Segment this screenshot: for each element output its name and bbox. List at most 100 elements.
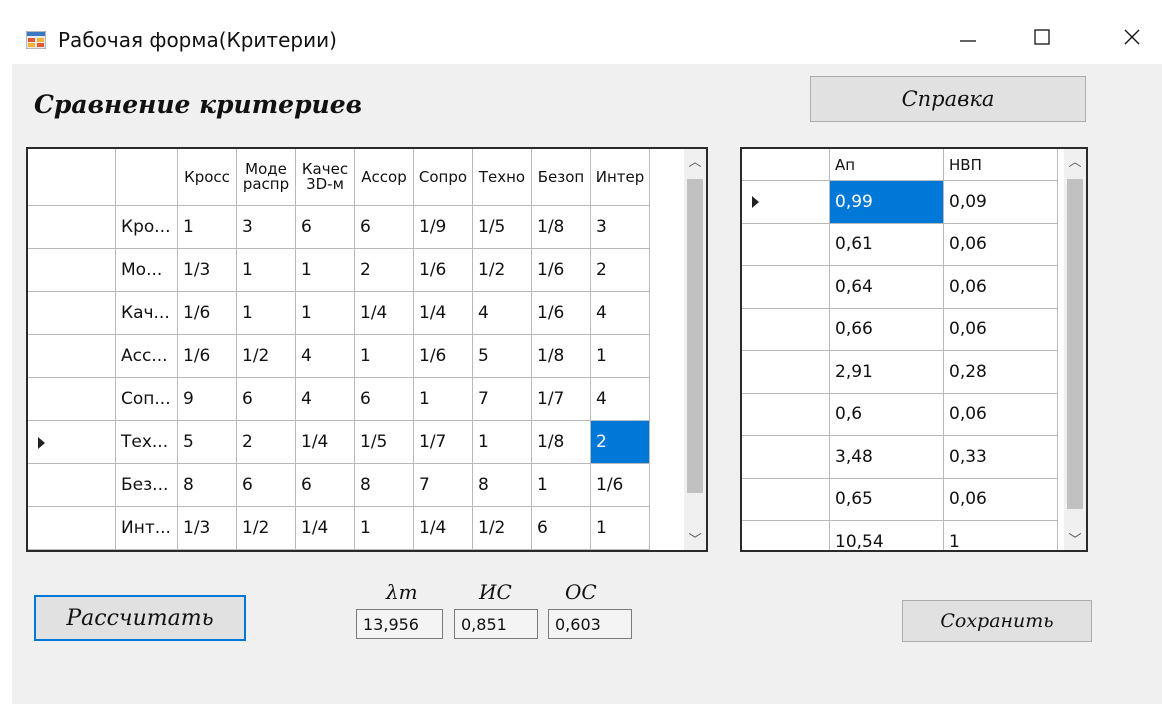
scrollbar-thumb[interactable] <box>687 179 703 493</box>
row-header[interactable] <box>742 223 830 266</box>
grid-cell[interactable]: 6 <box>355 378 414 421</box>
grid-cell[interactable]: 1/6 <box>532 249 591 292</box>
grid-cell[interactable]: 1/6 <box>591 464 650 507</box>
grid-cell[interactable]: 1 <box>591 507 650 550</box>
grid-cell[interactable]: 1 <box>944 521 1058 550</box>
grid-cell[interactable]: 1/3 <box>178 507 237 550</box>
grid-cell[interactable]: 1/4 <box>296 421 355 464</box>
grid-cell[interactable]: 4 <box>591 378 650 421</box>
grid-cell[interactable]: 5 <box>473 335 532 378</box>
row-label-cell[interactable]: Соп... <box>116 378 178 421</box>
row-label-cell[interactable]: Мо... <box>116 249 178 292</box>
grid-cell[interactable]: 7 <box>414 464 473 507</box>
grid-cell[interactable]: 1/4 <box>414 292 473 335</box>
grid-cell[interactable]: 0,65 <box>830 478 944 521</box>
column-header[interactable]: Сопро <box>414 149 473 206</box>
calculate-button[interactable]: Рассчитать <box>34 595 246 641</box>
grid-cell[interactable]: 2 <box>355 249 414 292</box>
grid-cell[interactable]: 0,06 <box>944 393 1058 436</box>
grid-cell[interactable]: 1/2 <box>237 507 296 550</box>
grid-cell[interactable]: 6 <box>355 206 414 249</box>
grid-cell[interactable]: 1/6 <box>414 249 473 292</box>
grid-cell[interactable]: 3,48 <box>830 436 944 479</box>
row-label-cell[interactable]: Тех... <box>116 421 178 464</box>
grid-cell[interactable]: 1 <box>237 292 296 335</box>
row-header[interactable] <box>742 266 830 309</box>
grid-cell[interactable]: 1/8 <box>532 421 591 464</box>
grid-cell[interactable]: 1/2 <box>237 335 296 378</box>
row-header[interactable] <box>742 308 830 351</box>
row-header[interactable] <box>28 464 116 507</box>
grid-cell[interactable]: 1/4 <box>355 292 414 335</box>
grid-cell[interactable]: 0,06 <box>944 266 1058 309</box>
grid-cell[interactable]: 8 <box>178 464 237 507</box>
column-header[interactable]: Ассор <box>355 149 414 206</box>
selected-grid-cell[interactable]: 2 <box>591 421 650 464</box>
row-label-cell[interactable]: Кач... <box>116 292 178 335</box>
grid-cell[interactable]: 0,61 <box>830 223 944 266</box>
column-header[interactable]: Моде распр <box>237 149 296 206</box>
grid-cell[interactable]: 1 <box>296 292 355 335</box>
row-header[interactable] <box>742 521 830 550</box>
grid-cell[interactable]: 0,06 <box>944 308 1058 351</box>
vertical-scrollbar[interactable]: ︿ ﹀ <box>684 149 706 550</box>
grid-cell[interactable]: 10,54 <box>830 521 944 550</box>
row-label-cell[interactable]: Асс... <box>116 335 178 378</box>
row-header[interactable] <box>28 421 116 464</box>
column-header[interactable]: Техно <box>473 149 532 206</box>
column-header[interactable]: Интер <box>591 149 650 206</box>
minimize-button[interactable] <box>938 14 998 60</box>
consistency-ratio-field[interactable]: 0,603 <box>548 609 632 639</box>
grid-cell[interactable]: 1/4 <box>414 507 473 550</box>
grid-cell[interactable]: 1/9 <box>414 206 473 249</box>
grid-cell[interactable]: 1 <box>355 335 414 378</box>
grid-cell[interactable]: 0,06 <box>944 478 1058 521</box>
grid-cell[interactable]: 1/6 <box>532 292 591 335</box>
maximize-button[interactable] <box>1012 14 1072 60</box>
grid-cell[interactable]: 6 <box>237 378 296 421</box>
row-header[interactable] <box>28 249 116 292</box>
row-label-cell[interactable]: Кро... <box>116 206 178 249</box>
grid-cell[interactable]: 1/5 <box>473 206 532 249</box>
grid-cell[interactable]: 1/8 <box>532 335 591 378</box>
grid-cell[interactable]: 3 <box>591 206 650 249</box>
grid-cell[interactable]: 9 <box>178 378 237 421</box>
grid-cell[interactable]: 0,09 <box>944 181 1058 224</box>
grid-cell[interactable]: 4 <box>296 335 355 378</box>
grid-cell[interactable]: 0,66 <box>830 308 944 351</box>
grid-cell[interactable]: 0,6 <box>830 393 944 436</box>
scroll-down-icon[interactable]: ﹀ <box>684 529 706 548</box>
row-header[interactable] <box>742 181 830 224</box>
grid-cell[interactable]: 1/2 <box>473 249 532 292</box>
row-header[interactable] <box>742 436 830 479</box>
grid-cell[interactable]: 4 <box>296 378 355 421</box>
grid-cell[interactable]: 0,06 <box>944 223 1058 266</box>
grid-cell[interactable]: 1/6 <box>178 292 237 335</box>
row-label-cell[interactable]: Без... <box>116 464 178 507</box>
row-header[interactable] <box>742 478 830 521</box>
grid-cell[interactable]: 1/7 <box>532 378 591 421</box>
grid-cell[interactable]: 4 <box>591 292 650 335</box>
close-button[interactable] <box>1102 14 1162 60</box>
grid-cell[interactable]: 1 <box>296 249 355 292</box>
grid-cell[interactable]: 1/6 <box>178 335 237 378</box>
grid-cell[interactable]: 7 <box>473 378 532 421</box>
grid-cell[interactable]: 6 <box>532 507 591 550</box>
save-button[interactable]: Сохранить <box>902 600 1092 642</box>
grid-cell[interactable]: 1 <box>473 421 532 464</box>
grid-cell[interactable]: 1/3 <box>178 249 237 292</box>
row-header[interactable] <box>28 292 116 335</box>
column-header[interactable]: Безоп <box>532 149 591 206</box>
grid-cell[interactable]: 5 <box>178 421 237 464</box>
lambda-max-field[interactable]: 13,956 <box>356 609 443 639</box>
grid-cell[interactable]: 1 <box>414 378 473 421</box>
criteria-comparison-grid[interactable]: Кросс Моде распр Качес 3D-м Ассор Сопро Техно Бе… <box>26 147 708 552</box>
column-header[interactable]: Ап <box>830 149 944 181</box>
scrollbar-thumb[interactable] <box>1067 179 1083 509</box>
vertical-scrollbar[interactable]: ︿ ﹀ <box>1064 149 1086 550</box>
row-header[interactable] <box>742 393 830 436</box>
grid-cell[interactable]: 2,91 <box>830 351 944 394</box>
row-header[interactable] <box>28 507 116 550</box>
grid-cell[interactable]: 1 <box>178 206 237 249</box>
row-label-cell[interactable]: Инт... <box>116 507 178 550</box>
